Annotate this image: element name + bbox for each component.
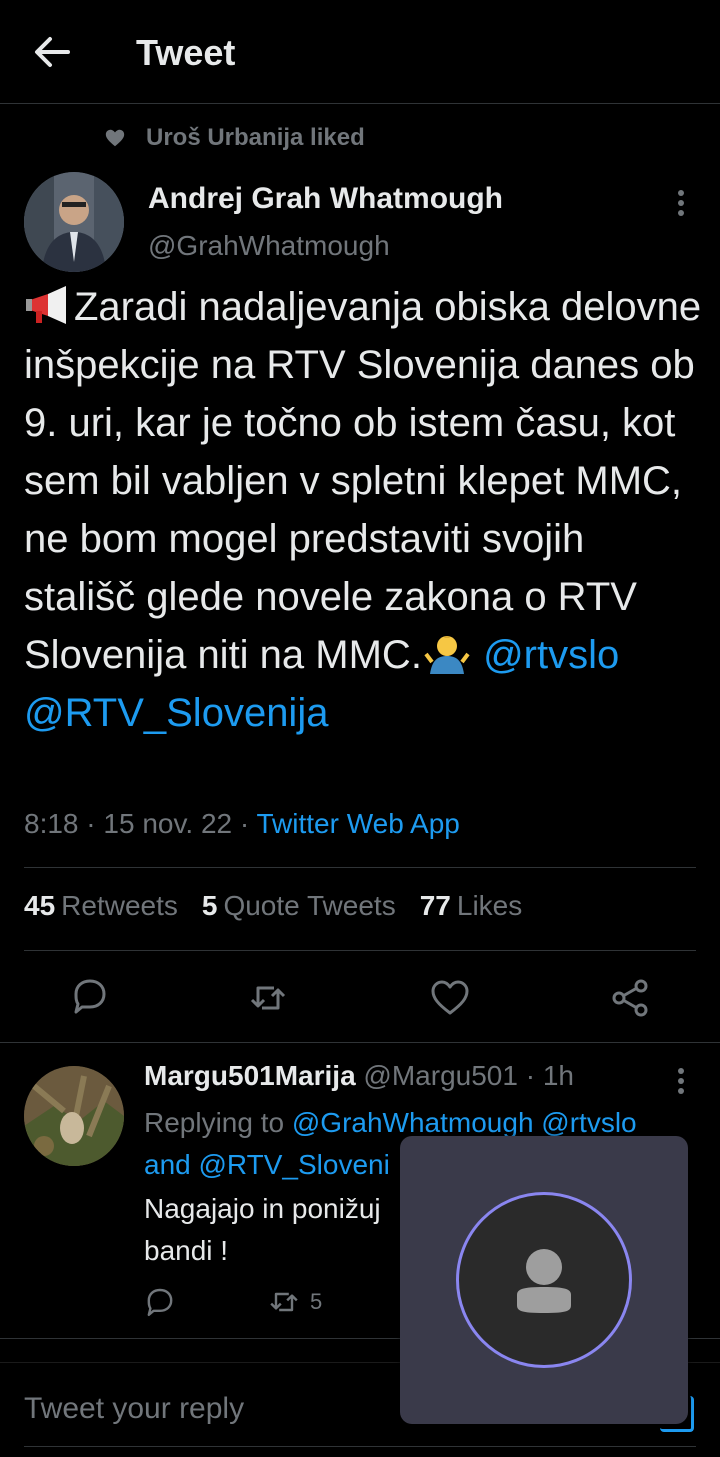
overlay-avatar-button[interactable] — [456, 1192, 632, 1368]
tweet-stats: 45 Retweets 5 Quote Tweets 77 Likes — [24, 890, 522, 922]
share-icon[interactable] — [610, 978, 650, 1018]
replying-mention[interactable]: @rtvslo — [541, 1107, 636, 1138]
reply-header: Margu501Marija @Margu501 · 1h — [144, 1060, 574, 1092]
more-options-icon[interactable] — [676, 188, 686, 218]
compose-underline — [24, 1446, 696, 1447]
reply-retweet-count: 5 — [310, 1289, 323, 1314]
heart-icon — [105, 129, 125, 147]
person-shrugging-emoji — [424, 636, 470, 674]
page-title: Tweet — [136, 32, 236, 73]
social-context[interactable]: Uroš Urbanija liked — [104, 122, 365, 154]
divider — [24, 867, 696, 868]
retweet-icon[interactable] — [248, 978, 288, 1018]
replying-mention[interactable]: @RTV_Sloveni — [199, 1149, 390, 1180]
reply-icon[interactable] — [70, 976, 110, 1016]
retweet-icon[interactable] — [268, 1286, 300, 1318]
reply-compose-input[interactable]: Tweet your reply — [24, 1392, 244, 1426]
likes-stat[interactable]: 77 Likes — [420, 890, 523, 922]
retweets-stat[interactable]: 45 Retweets — [24, 890, 178, 922]
tweet-date: 15 nov. 22 — [103, 808, 233, 839]
mention-rtvslo[interactable]: @rtvslo — [483, 633, 619, 677]
reply-author-handle[interactable]: @Margu501 — [363, 1060, 518, 1091]
quote-tweets-stat[interactable]: 5 Quote Tweets — [202, 890, 396, 922]
social-context-label: Uroš Urbanija liked — [146, 124, 365, 151]
author-handle[interactable]: @GrahWhatmough — [148, 230, 390, 262]
author-name[interactable]: Andrej Grah Whatmough — [148, 182, 503, 216]
tweet-body: Zaradi nadaljevanja obiska delovne inšpe… — [24, 285, 702, 677]
tweet-time: 8:18 — [24, 808, 79, 839]
tweet-meta: 8:18 · 15 nov. 22 · Twitter Web App — [24, 808, 460, 839]
divider — [24, 950, 696, 951]
like-icon[interactable] — [430, 978, 470, 1018]
reply-icon[interactable] — [144, 1286, 176, 1318]
reply-avatar[interactable] — [24, 1066, 124, 1166]
mention-rtv-slovenija[interactable]: @RTV_Slovenija — [24, 691, 328, 735]
avatar-photo — [24, 172, 124, 272]
tweet-source[interactable]: Twitter Web App — [256, 808, 459, 839]
person-icon — [517, 1249, 571, 1313]
arrow-left-icon[interactable] — [30, 30, 74, 74]
tweet-text: Zaradi nadaljevanja obiska delovne inšpe… — [24, 278, 704, 742]
megaphone-emoji — [26, 286, 66, 324]
divider — [0, 1042, 720, 1043]
avatar[interactable] — [24, 172, 124, 272]
replying-mention[interactable]: @GrahWhatmough — [292, 1107, 534, 1138]
floating-overlay[interactable] — [400, 1136, 688, 1424]
top-bar: Tweet — [0, 0, 720, 104]
reply-more-options-icon[interactable] — [676, 1066, 686, 1096]
reply-author-name[interactable]: Margu501Marija — [144, 1060, 356, 1091]
reply-avatar-photo — [24, 1066, 124, 1166]
reply-time: · 1h — [525, 1060, 574, 1091]
reply-actions: 5 — [144, 1286, 322, 1318]
